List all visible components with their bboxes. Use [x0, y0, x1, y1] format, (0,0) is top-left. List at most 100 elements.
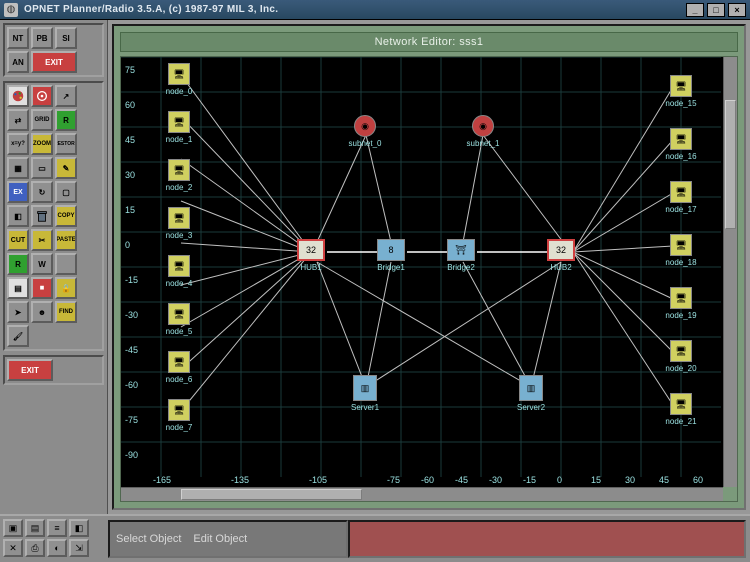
- node-subnet-0[interactable]: ◉ subnet_0: [353, 115, 377, 148]
- copy-button[interactable]: COPY: [55, 205, 77, 227]
- pb-button[interactable]: PB: [31, 27, 53, 49]
- node-workstation[interactable]: 🖥node_7: [167, 399, 191, 432]
- node-workstation[interactable]: 🖥node_0: [167, 63, 191, 96]
- window-titlebar: ◍ OPNET Planner/Radio 3.5.A, (c) 1987-97…: [0, 0, 750, 20]
- scrollbar-thumb[interactable]: [725, 100, 736, 229]
- page-icon[interactable]: ▤: [7, 277, 29, 299]
- workstation-icon: 🖥: [168, 255, 190, 277]
- node-subnet-1[interactable]: ◉ subnet_1: [471, 115, 495, 148]
- status-btn-2[interactable]: ▤: [25, 519, 45, 537]
- x-tick: -45: [455, 475, 468, 485]
- select-rect-icon[interactable]: ▢: [55, 181, 77, 203]
- node-hub2[interactable]: 32 HUB2: [549, 239, 573, 272]
- appmenu-icon[interactable]: ◍: [4, 3, 18, 17]
- tool-palette: NT PB SI AN EXIT ↗ ⇄ GRID R x=y? ZOOM RE…: [0, 20, 108, 514]
- workstation-icon: 🖥: [168, 111, 190, 133]
- edit-object-label[interactable]: Edit Object: [193, 533, 247, 545]
- r2-button[interactable]: R: [7, 253, 29, 275]
- status-btn-4[interactable]: ◧: [69, 519, 89, 537]
- node-label: Bridge2: [447, 263, 475, 272]
- nt-button[interactable]: NT: [7, 27, 29, 49]
- ex-button[interactable]: EX: [7, 181, 29, 203]
- scrollbar-thumb[interactable]: [181, 489, 362, 500]
- node-server1[interactable]: ▥ Server1: [353, 375, 377, 412]
- node-workstation[interactable]: 🖥node_5: [167, 303, 191, 336]
- stop-icon[interactable]: ⏹: [31, 277, 53, 299]
- node-label: node_0: [166, 87, 193, 96]
- exit-mode-button[interactable]: EXIT: [31, 51, 77, 73]
- select-object-label[interactable]: Select Object: [116, 533, 181, 545]
- arrows-icon[interactable]: ⇄: [7, 109, 29, 131]
- target-icon[interactable]: [31, 85, 53, 107]
- selection-icon[interactable]: ▦: [7, 157, 29, 179]
- node-workstation[interactable]: 🖥node_18: [669, 234, 693, 267]
- bridge-icon: ⛩: [447, 239, 475, 261]
- x-tick: 45: [659, 475, 669, 485]
- r-button[interactable]: R: [55, 109, 77, 131]
- face-icon[interactable]: ☻: [31, 301, 53, 323]
- grid-button[interactable]: GRID: [31, 109, 53, 131]
- tool-misc-icon[interactable]: ◧: [7, 205, 29, 227]
- x-tick: -105: [309, 475, 327, 485]
- node-workstation[interactable]: 🖥node_2: [167, 159, 191, 192]
- node-bridge1[interactable]: 8 Bridge1: [379, 239, 403, 272]
- workstation-icon: 🖥: [168, 303, 190, 325]
- node-workstation[interactable]: 🖥node_3: [167, 207, 191, 240]
- xy-button[interactable]: x=y?: [7, 133, 29, 155]
- toolbox-modes: NT PB SI AN EXIT: [3, 23, 104, 77]
- node-workstation[interactable]: 🖥node_1: [167, 111, 191, 144]
- status-print-icon[interactable]: ⎙: [25, 539, 45, 557]
- minimize-button[interactable]: _: [686, 3, 704, 17]
- node-workstation[interactable]: 🖥node_20: [669, 340, 693, 373]
- status-bar: ▣ ▤ ≡ ◧ ✕ ⎙ ◐ ⇲ Select Object Edit Objec…: [0, 514, 750, 562]
- lock-icon[interactable]: 🔒: [55, 277, 77, 299]
- scissors-icon[interactable]: ✂: [31, 229, 53, 251]
- zoom-button[interactable]: ZOOM: [31, 133, 53, 155]
- vertical-scrollbar[interactable]: [723, 57, 737, 487]
- node-workstation[interactable]: 🖥node_16: [669, 128, 693, 161]
- rotate-icon[interactable]: ↻: [31, 181, 53, 203]
- horizontal-scrollbar[interactable]: [121, 487, 723, 501]
- restore-button[interactable]: RESTORE: [55, 133, 77, 155]
- node-workstation[interactable]: 🖥node_17: [669, 181, 693, 214]
- node-workstation[interactable]: 🖥node_19: [669, 287, 693, 320]
- node-hub1[interactable]: 32 HUB1: [299, 239, 323, 272]
- x-tick: -165: [153, 475, 171, 485]
- node-label: node_6: [166, 375, 193, 384]
- blank-tool-1[interactable]: [55, 253, 77, 275]
- marquee-icon[interactable]: ▭: [31, 157, 53, 179]
- node-workstation[interactable]: 🖥node_4: [167, 255, 191, 288]
- status-btn-5[interactable]: ✕: [3, 539, 23, 557]
- pointer-icon[interactable]: ➤: [7, 301, 29, 323]
- workstation-icon: 🖥: [670, 287, 692, 309]
- find-button[interactable]: FIND: [55, 301, 77, 323]
- status-btn-3[interactable]: ≡: [47, 519, 67, 537]
- palette-icon[interactable]: [7, 85, 29, 107]
- cut-button[interactable]: CUT: [7, 229, 29, 251]
- arrow-up-icon[interactable]: ↗: [55, 85, 77, 107]
- bridge-icon: 8: [377, 239, 405, 261]
- exit-button[interactable]: EXIT: [7, 359, 53, 381]
- si-button[interactable]: SI: [55, 27, 77, 49]
- node-bridge2[interactable]: ⛩ Bridge2: [449, 239, 473, 272]
- trash-icon[interactable]: [31, 205, 53, 227]
- status-btn-1[interactable]: ▣: [3, 519, 23, 537]
- workstation-icon: 🖥: [670, 181, 692, 203]
- pencil-icon[interactable]: ✎: [55, 157, 77, 179]
- node-server2[interactable]: ▥ Server2: [519, 375, 543, 412]
- status-btn-8[interactable]: ⇲: [69, 539, 89, 557]
- network-canvas[interactable]: 75604530150-15-30-45-60-75-90 -165-135-1…: [121, 57, 723, 487]
- node-label: subnet_0: [349, 139, 382, 148]
- x-tick: -135: [231, 475, 249, 485]
- close-button[interactable]: ×: [728, 3, 746, 17]
- node-workstation[interactable]: 🖥node_15: [669, 75, 693, 108]
- maximize-button[interactable]: □: [707, 3, 725, 17]
- node-workstation[interactable]: 🖥node_21: [669, 393, 693, 426]
- brush-icon[interactable]: 🖌: [7, 325, 29, 347]
- paste-button[interactable]: PASTE: [55, 229, 77, 251]
- status-btn-7[interactable]: ◐: [47, 539, 67, 557]
- an-button[interactable]: AN: [7, 51, 29, 73]
- w-button[interactable]: W: [31, 253, 53, 275]
- node-workstation[interactable]: 🖥node_6: [167, 351, 191, 384]
- server-icon: ▥: [519, 375, 543, 401]
